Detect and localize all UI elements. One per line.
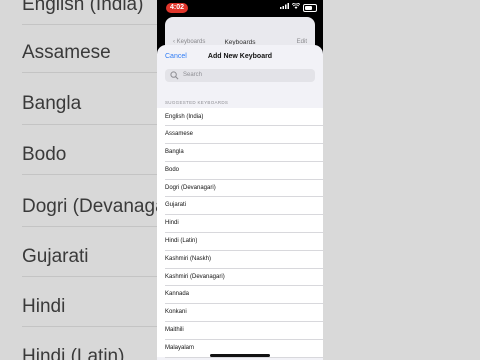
bg-divider	[22, 174, 162, 175]
search-placeholder: Search	[183, 72, 203, 78]
battery-icon	[303, 4, 317, 12]
keyboard-item[interactable]: Gujarati	[157, 197, 323, 215]
background-right-panel	[322, 0, 480, 360]
keyboard-item[interactable]: Hindi	[157, 215, 323, 233]
keyboard-item[interactable]: Kashmiri (Devanagari)	[157, 268, 323, 286]
keyboard-item-label: Kashmiri (Devanagari)	[165, 273, 225, 280]
keyboard-item-label: Konkani	[165, 309, 187, 316]
bg-divider	[22, 226, 162, 227]
bg-row: Bodo	[22, 144, 67, 165]
keyboard-item[interactable]: Konkani	[157, 304, 323, 322]
keyboard-item[interactable]: Bodo	[157, 161, 323, 180]
status-bar: 4:02	[157, 0, 323, 16]
bg-divider	[22, 72, 162, 73]
bg-divider	[22, 326, 162, 327]
keyboard-item-label: Kannada	[165, 291, 190, 298]
home-indicator[interactable]	[210, 354, 270, 357]
keyboard-item-label: Bangla	[165, 149, 184, 156]
keyboard-item[interactable]: Maithili	[157, 322, 323, 340]
search-field[interactable]: Search	[165, 69, 315, 82]
keyboard-item[interactable]: Assamese	[157, 126, 323, 144]
sheet-nav-bar: Cancel Add New Keyboard	[157, 45, 323, 69]
keyboard-item-label: Hindi (Latin)	[165, 238, 198, 245]
keyboard-item-label: Malayalam	[165, 344, 195, 351]
bg-row: English (India)	[22, 0, 144, 15]
wifi-icon	[291, 2, 301, 13]
bg-row: Bangla	[22, 93, 82, 114]
keyboard-item-label: Maithili	[165, 327, 184, 334]
keyboard-item-label: English (India)	[165, 113, 204, 120]
keyboard-item-label: Kashmiri (Naskh)	[165, 255, 212, 262]
section-header: SUGGESTED KEYBOARDS	[165, 100, 229, 105]
row-divider	[165, 356, 323, 358]
search-icon	[170, 71, 179, 80]
phone-screen: 4:02 ‹ Keyboards Keyboards Edit Cancel A…	[157, 0, 323, 360]
sheet-title: Add New Keyboard	[207, 53, 273, 60]
keyboard-item-label: Hindi	[165, 220, 179, 227]
keyboard-item[interactable]: Kashmiri (Naskh)	[157, 250, 323, 269]
keyboard-item-label: Bodo	[165, 166, 180, 173]
keyboard-item[interactable]: English (India)	[157, 108, 323, 126]
status-icons	[280, 2, 317, 13]
bg-divider	[22, 276, 162, 277]
bg-row: Hindi (Latin)	[22, 346, 125, 360]
bg-divider	[22, 24, 162, 25]
keyboard-item[interactable]: Kannada	[157, 286, 323, 304]
keyboard-item-label: Dogri (Devanagari)	[165, 184, 216, 191]
keyboard-item-label: Assamese	[165, 131, 194, 138]
bg-row: Assamese	[22, 42, 111, 63]
add-keyboard-sheet: Cancel Add New Keyboard Search SUGGESTED…	[157, 45, 323, 360]
bg-divider	[22, 124, 162, 125]
signal-icon	[280, 3, 289, 13]
keyboard-item-label: Gujarati	[165, 202, 187, 209]
bg-row: Gujarati	[22, 246, 89, 267]
bg-row: Hindi	[22, 296, 66, 317]
status-time: 4:02	[166, 3, 188, 13]
keyboard-item[interactable]: Hindi (Latin)	[157, 233, 323, 251]
keyboard-item[interactable]: Bangla	[157, 144, 323, 162]
keyboard-item[interactable]: Dogri (Devanagari)	[157, 179, 323, 197]
keyboard-list: English (India) Assamese Bangla Bodo Dog…	[157, 108, 323, 358]
